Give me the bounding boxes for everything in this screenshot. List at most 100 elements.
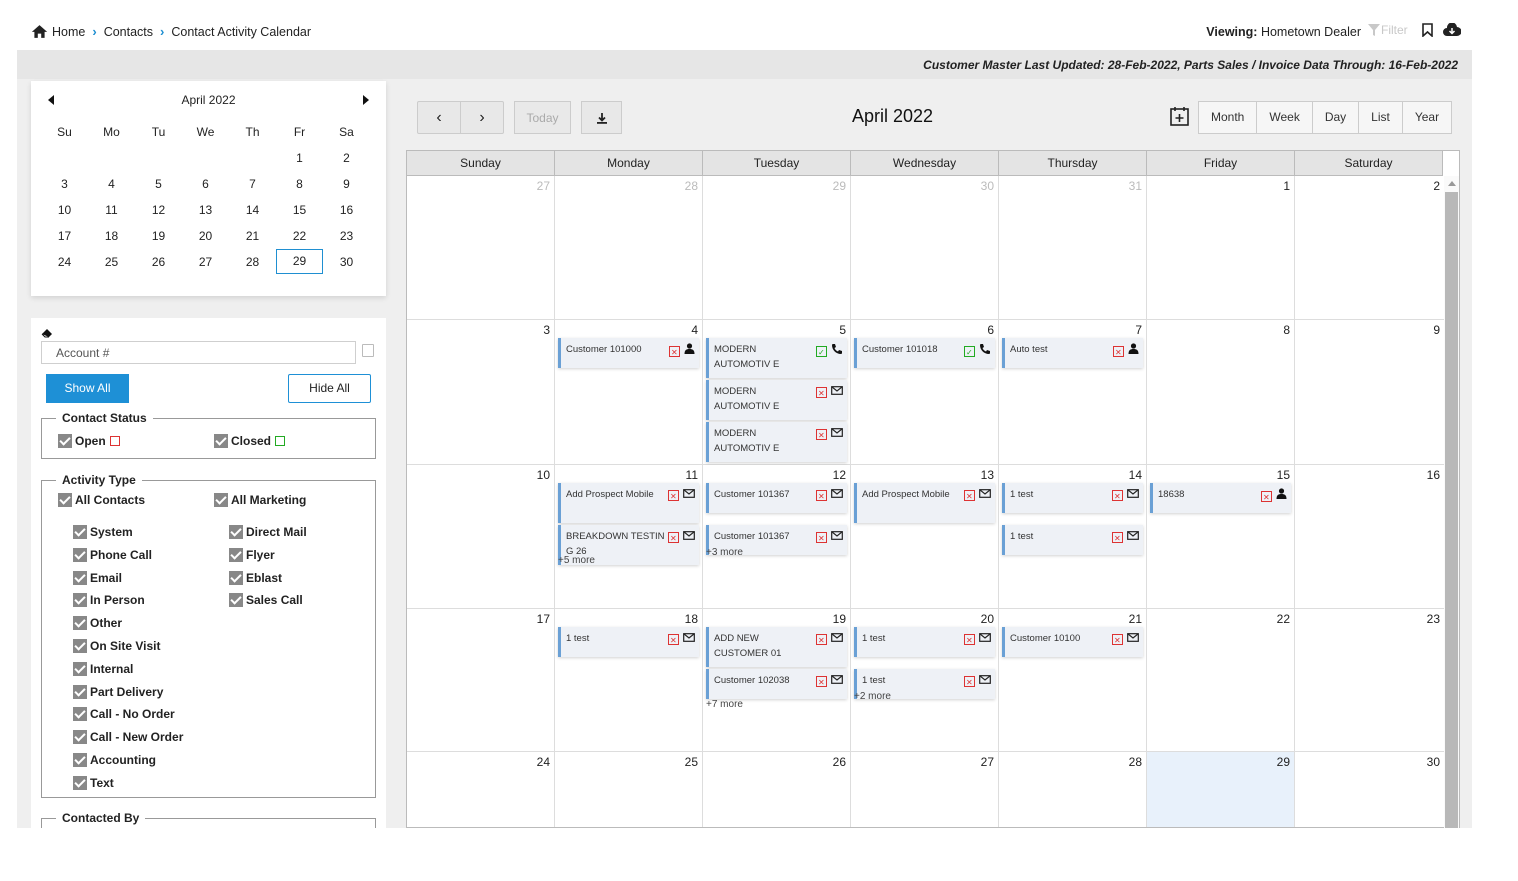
day-number[interactable]: 29 — [833, 179, 846, 193]
activity-checkbox[interactable]: Phone Call — [73, 547, 152, 562]
day-cell[interactable]: 15 18638 — [1147, 465, 1295, 609]
mini-cal-day[interactable]: 30 — [323, 249, 370, 275]
checkbox-checked-icon[interactable] — [73, 593, 87, 608]
mini-cal-day[interactable]: 14 — [229, 197, 276, 223]
mini-cal-day[interactable]: 12 — [135, 197, 182, 223]
checkbox-checked-icon[interactable] — [229, 570, 243, 585]
eraser-icon[interactable] — [41, 327, 54, 341]
day-number[interactable]: 10 — [537, 468, 550, 482]
checkbox-checked-icon[interactable] — [58, 493, 72, 507]
day-number[interactable]: 5 — [839, 323, 846, 337]
prev-month-button[interactable]: ‹ — [417, 101, 461, 134]
calendar-event[interactable]: Customer 101367 — [706, 483, 847, 513]
day-number[interactable]: 3 — [543, 323, 550, 337]
account-input[interactable]: Account # — [41, 341, 356, 364]
cloud-download-icon[interactable] — [1442, 23, 1461, 37]
calendar-event[interactable]: 18638 — [1150, 483, 1291, 513]
calendar-icon[interactable] — [362, 344, 374, 357]
mini-cal-day[interactable]: 29 — [276, 249, 323, 274]
calendar-event[interactable]: 1 test — [1002, 525, 1143, 555]
day-number[interactable]: 12 — [833, 468, 846, 482]
checkbox-checked-icon[interactable] — [73, 639, 87, 653]
filter-label[interactable]: Filter — [1381, 23, 1408, 37]
day-cell[interactable]: 2 — [1295, 176, 1445, 320]
mini-cal-day[interactable]: 20 — [182, 223, 229, 249]
breadcrumb-home[interactable]: Home — [52, 25, 85, 39]
day-cell[interactable]: 9 — [1295, 320, 1445, 465]
day-cell[interactable]: 14 1 test 1 test — [999, 465, 1147, 609]
mini-cal-day[interactable]: 11 — [88, 197, 135, 223]
day-number[interactable]: 24 — [537, 755, 550, 769]
activity-checkbox[interactable]: Direct Mail — [229, 525, 307, 539]
activity-checkbox[interactable]: Other — [73, 616, 122, 631]
view-button-list[interactable]: List — [1359, 102, 1403, 133]
hide-all-button[interactable]: Hide All — [288, 374, 371, 403]
calendar-event[interactable]: 1 test — [1002, 483, 1143, 513]
day-cell[interactable]: 28 — [999, 752, 1147, 827]
day-cell[interactable]: 27 — [407, 176, 555, 320]
checkbox-checked-icon[interactable] — [73, 525, 87, 539]
calendar-event[interactable]: Add Prospect Mobile — [558, 483, 699, 523]
checkbox-checked-icon[interactable] — [73, 661, 87, 676]
scroll-up-icon[interactable] — [1448, 181, 1456, 186]
all-marketing-checkbox[interactable]: All Marketing — [214, 493, 306, 507]
day-cell[interactable]: 16 — [1295, 465, 1445, 609]
day-cell[interactable]: 28 — [555, 176, 703, 320]
calendar-event[interactable]: Auto test — [1002, 338, 1143, 368]
checkbox-checked-icon[interactable] — [73, 753, 87, 767]
checkbox-checked-icon[interactable] — [229, 525, 243, 539]
day-number[interactable]: 13 — [981, 468, 994, 482]
checkbox-checked-icon[interactable] — [229, 593, 243, 608]
day-cell[interactable]: 19 ADD NEW CUSTOMER 01 Customer 102038 +7 m… — [703, 609, 851, 752]
show-all-button[interactable]: Show All — [46, 374, 129, 403]
day-number[interactable]: 2 — [1433, 179, 1440, 193]
mini-cal-day[interactable]: 4 — [88, 171, 135, 197]
mini-cal-day[interactable]: 16 — [323, 197, 370, 223]
view-button-year[interactable]: Year — [1402, 102, 1452, 133]
day-cell[interactable]: 13 Add Prospect Mobile — [851, 465, 999, 609]
day-cell[interactable]: 21 Customer 10100 — [999, 609, 1147, 752]
checkbox-checked-icon[interactable] — [214, 493, 228, 507]
calendar-event[interactable]: Customer 102038 — [706, 669, 847, 699]
view-button-day[interactable]: Day — [1312, 102, 1360, 133]
day-cell[interactable]: 29 — [703, 176, 851, 320]
day-number[interactable]: 30 — [1427, 755, 1440, 769]
mini-cal-day[interactable]: 8 — [276, 171, 323, 197]
day-number[interactable]: 4 — [691, 323, 698, 337]
day-cell[interactable]: 1 — [1147, 176, 1295, 320]
mini-cal-day[interactable]: 23 — [323, 223, 370, 249]
day-number[interactable]: 26 — [833, 755, 846, 769]
day-cell[interactable]: 24 — [407, 752, 555, 827]
day-cell[interactable]: 12 Customer 101367 Customer 101367 +3 more — [703, 465, 851, 609]
day-number[interactable]: 28 — [1129, 755, 1142, 769]
day-cell[interactable]: 8 — [1147, 320, 1295, 465]
mini-cal-day[interactable]: 1 — [276, 145, 323, 171]
mini-cal-day[interactable]: 17 — [41, 223, 88, 249]
add-event-icon[interactable] — [1170, 106, 1189, 126]
mini-cal-day[interactable]: 6 — [182, 171, 229, 197]
calendar-event[interactable]: ADD NEW CUSTOMER 01 — [706, 627, 847, 667]
next-month-button[interactable]: › — [460, 101, 504, 134]
calendar-event[interactable]: Customer 101000 — [558, 338, 699, 368]
activity-checkbox[interactable]: System — [73, 525, 133, 539]
checkbox-checked-icon[interactable] — [73, 570, 87, 585]
calendar-event[interactable]: Add Prospect Mobile — [854, 483, 995, 523]
day-cell[interactable]: 29 — [1147, 752, 1295, 827]
today-button[interactable]: Today — [514, 101, 571, 134]
mini-cal-day[interactable]: 5 — [135, 171, 182, 197]
mini-cal-day[interactable]: 24 — [41, 249, 88, 275]
activity-checkbox[interactable]: Email — [73, 570, 122, 585]
day-number[interactable]: 27 — [981, 755, 994, 769]
day-cell[interactable]: 30 — [851, 176, 999, 320]
activity-checkbox[interactable]: Call - New Order — [73, 730, 183, 745]
day-cell[interactable]: 5 MODERN AUTOMOTIV E MODERN AUTOMOTIV E MOD… — [703, 320, 851, 465]
day-cell[interactable]: 4 Customer 101000 — [555, 320, 703, 465]
day-cell[interactable]: 6 Customer 101018 — [851, 320, 999, 465]
mini-cal-day[interactable]: 10 — [41, 197, 88, 223]
more-events-link[interactable]: +7 more — [706, 699, 743, 710]
checkbox-checked-icon[interactable] — [58, 434, 72, 448]
day-number[interactable]: 25 — [685, 755, 698, 769]
day-cell[interactable]: 20 1 test 1 test +2 more — [851, 609, 999, 752]
all-contacts-checkbox[interactable]: All Contacts — [58, 493, 145, 507]
day-number[interactable]: 14 — [1129, 468, 1142, 482]
